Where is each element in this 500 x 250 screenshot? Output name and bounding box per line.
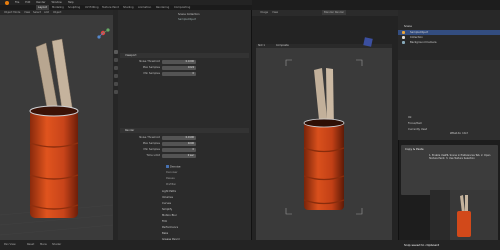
checkbox-icon [166, 165, 169, 168]
status-shader: Shader [52, 243, 62, 246]
render-view-menu[interactable]: View [270, 10, 280, 15]
properties-header: Scene Collection [178, 13, 200, 16]
output-properties-icon[interactable] [113, 58, 118, 62]
prop-row: Max Samples 4096 [142, 141, 196, 146]
outliner: Scene SampleObject Collection Background… [398, 10, 500, 60]
notification-heading: Copy & Paste [405, 147, 424, 151]
object-icon [402, 30, 405, 34]
prop-row: Min Samples 0 [143, 147, 196, 152]
collection-icon [402, 35, 405, 39]
thumbnail-image [430, 190, 498, 240]
camera-icon [402, 40, 405, 44]
side-row-currently-used[interactable]: Currently Used [408, 128, 427, 132]
status-reset: Reset [27, 243, 35, 246]
navigation-gizmo-icon[interactable] [95, 25, 111, 41]
side-row-ok[interactable]: Ok [408, 116, 412, 120]
properties-subheader: SampleObject [178, 18, 197, 21]
side-row-focus[interactable]: Focus/Item [408, 122, 422, 126]
noise-threshold-field[interactable]: 0.1000 [162, 59, 196, 64]
notification-body: 1. Enable UsePIL Scene in Preferences Ta… [429, 154, 491, 161]
prop-row: Max Samples 1024 [142, 65, 196, 70]
addon-notification: Copy & Paste 1. Enable UsePIL Scene in P… [401, 145, 498, 195]
view-layer-icon[interactable] [113, 66, 118, 70]
prefilter-label: Prefilter [166, 183, 177, 186]
section-render[interactable]: Render [120, 128, 249, 133]
outliner-scene-title: Scene [404, 25, 412, 28]
render-min-samples-field[interactable]: 0 [162, 147, 196, 152]
time-limit-field[interactable]: 0 sec [162, 153, 196, 158]
section-bake[interactable]: Bake [162, 232, 168, 236]
world-properties-icon[interactable] [113, 82, 118, 86]
section-light-paths[interactable]: Light Paths [162, 190, 176, 194]
render-result-view[interactable] [256, 48, 392, 240]
prop-row: Noise Threshold 0.0100 [139, 135, 196, 140]
side-panel-title: What do I do? [450, 132, 468, 135]
max-samples-field[interactable]: 1024 [162, 65, 196, 70]
side-properties-panel: Ok Focus/Item Currently Used What do I d… [398, 60, 500, 140]
min-samples-field[interactable]: 0 [162, 71, 196, 76]
section-motion-blur[interactable]: Motion Blur [162, 214, 177, 218]
section-volumes[interactable]: Volumes [162, 196, 173, 200]
section-simplify[interactable]: Simplify [162, 208, 172, 212]
denoise-checkbox[interactable]: Denoise [166, 165, 181, 170]
render-properties-icon[interactable] [113, 50, 118, 54]
section-film[interactable]: Film [162, 220, 167, 224]
prop-row: Time Limit 0 sec [146, 153, 196, 158]
properties-panel: Scene Collection SampleObject Viewport N… [118, 10, 251, 247]
render-noise-threshold-field[interactable]: 0.0100 [162, 135, 196, 140]
status-pan-view: Pan View [4, 243, 16, 246]
section-viewport[interactable]: Viewport [120, 53, 249, 58]
blender-logo-icon[interactable] [5, 0, 9, 5]
render-thumbnail[interactable] [430, 190, 498, 240]
render-window-header: Image View Blender Render [252, 10, 398, 16]
denoiser-label: Denoiser [166, 171, 178, 174]
section-performance[interactable]: Performance [162, 226, 178, 230]
prop-row: Min Samples 0 [143, 71, 196, 76]
cube-gizmo-icon[interactable] [363, 37, 373, 47]
3d-viewport[interactable] [0, 15, 114, 240]
barrel-scene-viewport [0, 38, 114, 236]
render-window-title: Blender Render [322, 10, 347, 15]
section-curves[interactable]: Curves [162, 202, 171, 206]
render-result-image [285, 59, 363, 215]
prop-row: Noise Threshold 0.1000 [139, 59, 196, 64]
scene-properties-icon[interactable] [113, 74, 118, 78]
object-properties-icon[interactable] [113, 90, 118, 94]
status-menu: Menu [40, 243, 48, 246]
render-image-menu[interactable]: Image [258, 10, 270, 15]
clipboard-message: Snip saved to clipboard [404, 243, 440, 247]
outliner-item-camera[interactable]: Background Camera [398, 40, 500, 45]
render-max-samples-field[interactable]: 4096 [162, 141, 196, 146]
passes-label: Passes [166, 177, 175, 180]
